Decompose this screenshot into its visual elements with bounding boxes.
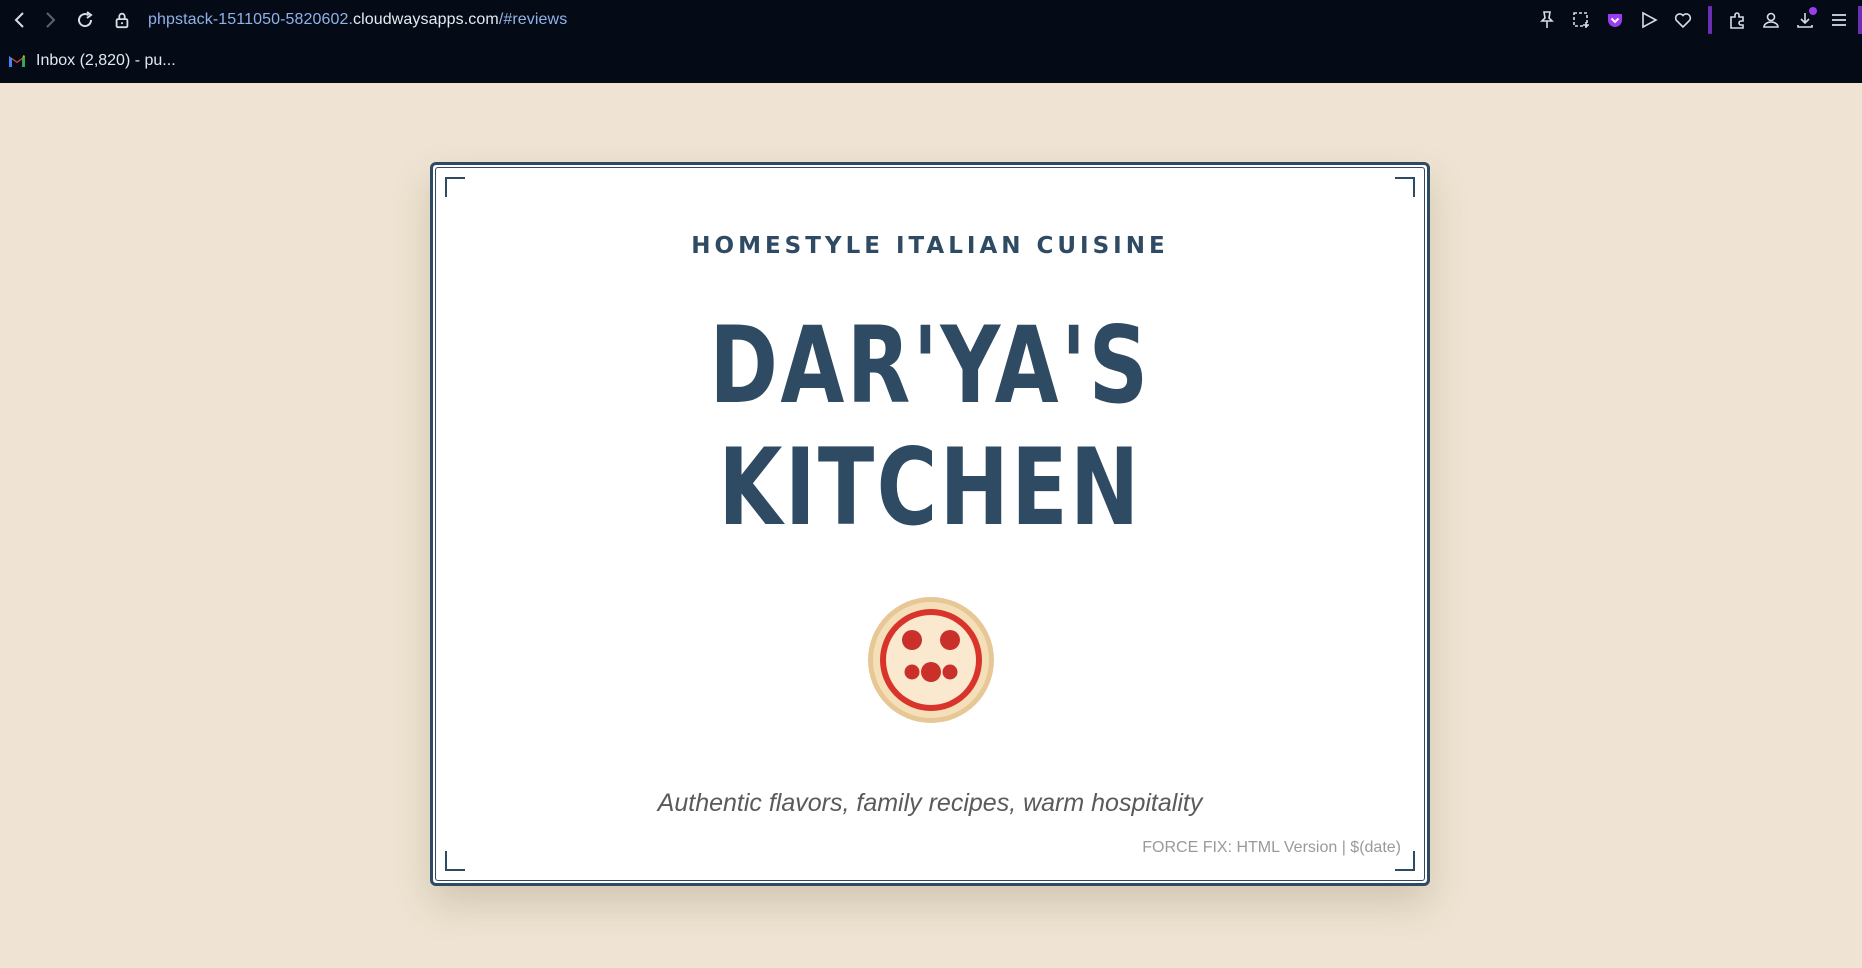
- corner-ornament-bottom-left: [445, 851, 465, 871]
- pepperoni-4: [904, 664, 920, 680]
- heart-icon: [1674, 13, 1692, 29]
- send-button[interactable]: [1632, 6, 1666, 34]
- toolbar-actions: [1530, 6, 1862, 34]
- puzzle-icon: [1730, 12, 1744, 29]
- browser-chrome: phpstack-1511050-5820602.cloudwaysapps.c…: [0, 0, 1862, 83]
- back-arrow-icon: [14, 12, 24, 28]
- title-line-2: KITCHEN: [718, 426, 1142, 549]
- pocket-button[interactable]: [1598, 6, 1632, 34]
- restaurant-title: DAR'YA'S KITCHEN: [542, 305, 1317, 549]
- url-domain: cloudwaysapps.com: [353, 11, 499, 28]
- menu-button[interactable]: [1822, 6, 1856, 34]
- pin-icon: [1540, 11, 1554, 28]
- gmail-icon: [9, 55, 25, 67]
- account-button[interactable]: [1754, 6, 1788, 34]
- pocket-shield-icon: [1608, 14, 1622, 27]
- address-bar[interactable]: phpstack-1511050-5820602.cloudwaysapps.c…: [112, 6, 812, 34]
- downloads-button[interactable]: [1788, 6, 1822, 34]
- send-icon: [1642, 11, 1658, 29]
- page-viewport: HOMESTYLE ITALIAN CUISINE DAR'YA'S KITCH…: [0, 83, 1862, 968]
- restaurant-subtitle: Authentic flavors, family recipes, warm …: [657, 789, 1203, 817]
- forward-button[interactable]: [38, 8, 62, 32]
- reload-icon: [78, 11, 93, 28]
- pepperoni-2: [940, 630, 960, 650]
- restaurant-card: HOMESTYLE ITALIAN CUISINE DAR'YA'S KITCH…: [430, 162, 1430, 886]
- sidebar-edge: [1858, 6, 1862, 34]
- url-path: /#reviews: [498, 11, 568, 28]
- url-subdomain: phpstack-1511050-5820602.: [148, 11, 354, 28]
- cuisine-tagline: HOMESTYLE ITALIAN CUISINE: [691, 233, 1169, 259]
- favorite-button[interactable]: [1666, 6, 1700, 34]
- pin-button[interactable]: [1530, 6, 1564, 34]
- title-line-1: DAR'YA'S: [709, 304, 1151, 427]
- account-icon: [1763, 12, 1779, 28]
- notification-dot: [1809, 7, 1817, 15]
- pizza-cheese: [886, 615, 976, 705]
- corner-ornament-top-right: [1395, 177, 1415, 197]
- bookmark-label: Inbox (2,820) - pu...: [36, 52, 176, 69]
- pepperoni-5: [942, 664, 958, 680]
- toolbar-divider: [1708, 6, 1712, 34]
- extensions-button[interactable]: [1720, 6, 1754, 34]
- pizza-icon: [868, 597, 994, 723]
- pepperoni-1: [902, 630, 922, 650]
- back-button[interactable]: [8, 8, 32, 32]
- bookmark-inbox[interactable]: Inbox (2,820) - pu...: [0, 52, 176, 70]
- forward-arrow-icon: [46, 12, 56, 28]
- screenshot-icon: [1573, 12, 1589, 28]
- screenshot-button[interactable]: [1564, 6, 1598, 34]
- bookmarks-bar: Inbox (2,820) - pu...: [0, 44, 176, 78]
- browser-toolbar: phpstack-1511050-5820602.cloudwaysapps.c…: [0, 0, 1862, 40]
- pepperoni-3: [921, 662, 941, 682]
- version-note: FORCE FIX: HTML Version | $(date): [1142, 839, 1401, 856]
- lock-icon[interactable]: [112, 10, 132, 30]
- corner-ornament-top-left: [445, 177, 465, 197]
- reload-button[interactable]: [73, 8, 97, 32]
- menu-icon: [1832, 14, 1846, 26]
- url-text[interactable]: phpstack-1511050-5820602.cloudwaysapps.c…: [148, 11, 567, 29]
